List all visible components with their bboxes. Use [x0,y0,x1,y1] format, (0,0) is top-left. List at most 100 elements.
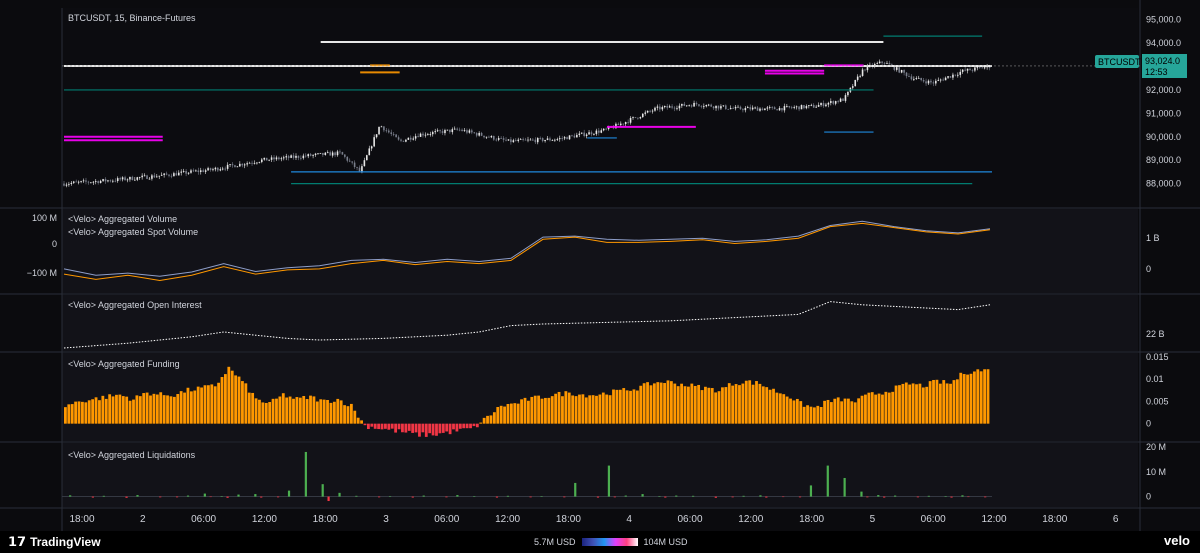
short-liquidation-bar [866,496,869,498]
candle [212,169,214,171]
funding-bar [305,399,309,424]
candle [126,179,129,181]
candle [229,164,231,165]
price-tag-price: 93,024.0 [1145,56,1180,66]
candle [397,137,400,140]
x-axis-tick-label: 18:00 [799,514,824,525]
funding-bar [258,399,261,424]
candle [629,118,632,123]
candle [920,77,922,81]
funding-bar [509,403,513,424]
candle [641,113,644,118]
funding-bar [387,423,391,430]
candle [798,106,800,110]
candle [307,154,310,157]
tradingview-logo[interactable]: 𝟭𝟳 TradingView [8,534,101,550]
funding-bar [588,395,592,424]
x-axis-tick-label: 5 [870,514,876,525]
long-liquidation-bar [877,495,880,497]
long-liquidation-bar [254,494,257,497]
candle [776,109,778,111]
funding-bar [765,387,769,424]
funding-bar [625,390,629,424]
funding-bar [581,394,585,424]
funding-bar [738,385,741,424]
velo-logo[interactable]: velo [1164,533,1190,548]
funding-bar [840,401,844,424]
candle [236,166,239,168]
candle [536,138,539,143]
volume-title: <Velo> Aggregated Volume [68,214,177,224]
funding-bar [428,423,432,434]
candle [436,130,439,132]
candle [659,106,661,110]
candle [788,106,791,108]
short-liquidation-bar [159,496,162,498]
candle [961,69,964,72]
candle [588,132,590,135]
funding-bar [91,399,95,424]
candle [497,138,500,140]
candle [505,139,507,141]
funding-bar [857,398,861,424]
funding-bar [445,423,449,432]
candle [964,69,966,71]
candle [209,168,212,170]
funding-bar [138,396,142,424]
funding-bar [295,397,299,424]
funding-bar [176,394,180,424]
candle [976,67,979,69]
short-liquidation-bar [377,496,381,498]
candle [226,164,229,169]
funding-bar [424,423,428,437]
candle [842,98,844,101]
candle [661,107,664,110]
candle [539,138,542,139]
candle [322,152,324,155]
funding-bar [925,386,929,424]
candle [715,105,717,109]
heatmap-max: 104M USD [643,537,688,547]
funding-bar [401,423,404,433]
funding-bar [407,423,411,431]
funding-bar [135,395,139,424]
chart-area[interactable]: 18:00 2 06:00 12:00 18:00 3 06:00 12:00 18:00 4 06… [0,0,1200,531]
candle [295,155,297,158]
candle [129,176,131,180]
candle [285,156,288,158]
funding-bar [418,423,421,437]
funding-bar [356,417,360,424]
candle [705,104,708,107]
candle [190,170,192,173]
short-liquidation-bar [613,496,616,498]
candle [319,152,322,154]
open-interest-title: <Velo> Aggregated Open Interest [68,300,202,310]
candle [261,159,263,162]
candle [839,98,842,102]
candle [651,110,654,112]
candle [351,161,353,163]
candle [449,129,451,133]
candle [119,178,121,180]
candle [292,155,295,158]
funding-bar [949,383,952,424]
candle [439,130,441,132]
candle [136,177,139,180]
candle [270,157,273,160]
candle [722,105,725,107]
funding-bar [799,401,803,424]
candle [637,117,639,119]
funding-bar [601,392,605,424]
candle [187,172,190,174]
long-liquidation-bar [961,495,964,497]
funding-bar [77,401,81,424]
liquidations-axis-label: 0 [1146,492,1151,502]
candle [810,104,813,106]
candle [935,80,937,84]
candle [77,181,80,183]
short-liquidation-bar [327,496,330,502]
funding-bar [969,373,973,424]
funding-bar [632,389,636,424]
candle [707,104,710,106]
funding-bar [983,369,986,424]
